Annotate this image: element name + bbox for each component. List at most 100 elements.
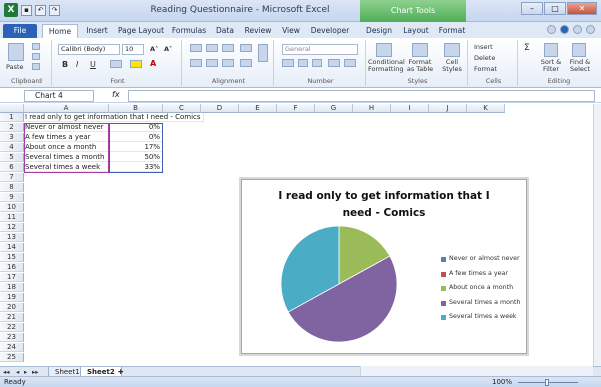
- row-header-10[interactable]: 10: [0, 203, 24, 212]
- row-header-2[interactable]: 2: [0, 123, 24, 132]
- autosum-icon[interactable]: Σ: [524, 43, 530, 53]
- format-as-table-button[interactable]: Format as Table: [404, 59, 436, 73]
- column-header-g[interactable]: G: [315, 104, 353, 113]
- column-header-d[interactable]: D: [201, 104, 239, 113]
- column-header-f[interactable]: F: [277, 104, 315, 113]
- row-header-16[interactable]: 16: [0, 263, 24, 272]
- zoom-slider-handle[interactable]: [545, 379, 549, 386]
- pie-slice-about-once-a-month[interactable]: [338, 225, 391, 285]
- name-box[interactable]: Chart 4: [24, 90, 94, 102]
- copy-icon[interactable]: [32, 53, 40, 60]
- align-right-icon[interactable]: [222, 59, 234, 67]
- horizontal-scrollbar[interactable]: [360, 366, 593, 376]
- row-header-1[interactable]: 1: [0, 113, 24, 122]
- excel-icon[interactable]: X: [4, 3, 18, 17]
- row-header-8[interactable]: 8: [0, 183, 24, 192]
- maximize-button[interactable]: □: [544, 2, 566, 15]
- minimize-button[interactable]: –: [521, 2, 543, 15]
- chart-title[interactable]: I read only to get information that I ne…: [262, 188, 506, 222]
- middle-align-icon[interactable]: [206, 44, 218, 52]
- vertical-scrollbar[interactable]: [593, 104, 601, 366]
- conditional-formatting-icon[interactable]: [376, 43, 392, 57]
- comma-style-icon[interactable]: [312, 59, 322, 67]
- legend-item-several-times-a-month[interactable]: Several times a month: [441, 296, 525, 311]
- conditional-formatting-button[interactable]: Conditional Formatting: [368, 59, 405, 73]
- cell-styles-icon[interactable]: [444, 43, 460, 57]
- format-as-table-icon[interactable]: [412, 43, 428, 57]
- italic-button[interactable]: I: [76, 60, 78, 69]
- shrink-font-icon[interactable]: A˅: [164, 45, 172, 53]
- row-header-14[interactable]: 14: [0, 243, 24, 252]
- tab-page-layout[interactable]: Page Layout: [116, 24, 166, 38]
- borders-icon[interactable]: [110, 60, 122, 68]
- fill-color-icon[interactable]: [130, 60, 142, 68]
- column-header-h[interactable]: H: [353, 104, 391, 113]
- tab-design[interactable]: Design: [362, 24, 396, 38]
- align-center-icon[interactable]: [206, 59, 218, 67]
- row-header-3[interactable]: 3: [0, 133, 24, 142]
- bottom-align-icon[interactable]: [222, 44, 234, 52]
- row-header-22[interactable]: 22: [0, 323, 24, 332]
- insert-cells-button[interactable]: Insert: [474, 43, 493, 51]
- window-restore-icon[interactable]: [573, 25, 582, 34]
- paste-label[interactable]: Paste: [6, 63, 24, 71]
- column-header-c[interactable]: C: [163, 104, 201, 113]
- tab-data[interactable]: Data: [212, 24, 238, 38]
- tab-file[interactable]: File: [3, 24, 37, 38]
- find-select-icon[interactable]: [572, 43, 586, 57]
- format-painter-icon[interactable]: [32, 63, 40, 70]
- grow-font-icon[interactable]: A˄: [150, 45, 158, 53]
- delete-cells-button[interactable]: Delete: [474, 54, 495, 62]
- format-cells-button[interactable]: Format: [474, 65, 497, 73]
- legend-item-several-times-a-week[interactable]: Several times a week: [441, 310, 525, 325]
- row-header-15[interactable]: 15: [0, 253, 24, 262]
- tab-format[interactable]: Format: [436, 24, 468, 38]
- row-header-25[interactable]: 25: [0, 353, 24, 362]
- column-header-i[interactable]: I: [391, 104, 429, 113]
- column-header-b[interactable]: B: [109, 104, 163, 113]
- legend-item-never-or-almost-never[interactable]: Never or almost never: [441, 252, 525, 267]
- row-header-20[interactable]: 20: [0, 303, 24, 312]
- cell-a1[interactable]: I read only to get information that I ne…: [24, 113, 204, 122]
- sort-filter-icon[interactable]: [544, 43, 558, 57]
- legend-item-about-once-a-month[interactable]: About once a month: [441, 281, 525, 296]
- pie-slice-several-times-a-month[interactable]: [287, 255, 398, 343]
- wrap-text-icon[interactable]: [258, 44, 268, 62]
- column-header-j[interactable]: J: [429, 104, 467, 113]
- row-header-18[interactable]: 18: [0, 283, 24, 292]
- number-format-select[interactable]: General: [282, 44, 358, 55]
- accounting-format-icon[interactable]: [282, 59, 294, 67]
- tab-formulas[interactable]: Formulas: [170, 24, 208, 38]
- tab-layout[interactable]: Layout: [400, 24, 432, 38]
- column-header-k[interactable]: K: [467, 104, 505, 113]
- pie-chart[interactable]: I read only to get information that I ne…: [241, 179, 527, 354]
- tab-review[interactable]: Review: [242, 24, 274, 38]
- row-header-17[interactable]: 17: [0, 273, 24, 282]
- find-select-button[interactable]: Find & Select: [566, 59, 594, 73]
- paste-icon[interactable]: [8, 43, 24, 61]
- row-header-23[interactable]: 23: [0, 333, 24, 342]
- legend-item-a-few-times-a-year[interactable]: A few times a year: [441, 267, 525, 282]
- increase-decimal-icon[interactable]: [328, 59, 340, 67]
- column-header-e[interactable]: E: [239, 104, 277, 113]
- pie-slice-several-times-a-week[interactable]: [280, 225, 340, 313]
- orientation-icon[interactable]: [240, 44, 252, 52]
- select-all-corner[interactable]: [0, 104, 24, 113]
- font-name-select[interactable]: Calibri (Body): [58, 44, 120, 55]
- formula-input[interactable]: [128, 90, 595, 102]
- row-header-12[interactable]: 12: [0, 223, 24, 232]
- window-close-icon[interactable]: [586, 25, 595, 34]
- row-header-21[interactable]: 21: [0, 313, 24, 322]
- cut-icon[interactable]: [32, 43, 40, 50]
- row-header-24[interactable]: 24: [0, 343, 24, 352]
- undo-icon[interactable]: ↶: [35, 4, 46, 16]
- font-color-icon[interactable]: A: [150, 59, 156, 68]
- row-header-5[interactable]: 5: [0, 153, 24, 162]
- row-header-9[interactable]: 9: [0, 193, 24, 202]
- row-header-11[interactable]: 11: [0, 213, 24, 222]
- column-header-a[interactable]: A: [24, 104, 109, 113]
- cell-styles-button[interactable]: Cell Styles: [438, 59, 466, 73]
- tab-view[interactable]: View: [278, 24, 304, 38]
- align-left-icon[interactable]: [190, 59, 202, 67]
- save-icon[interactable]: ▪: [21, 4, 32, 16]
